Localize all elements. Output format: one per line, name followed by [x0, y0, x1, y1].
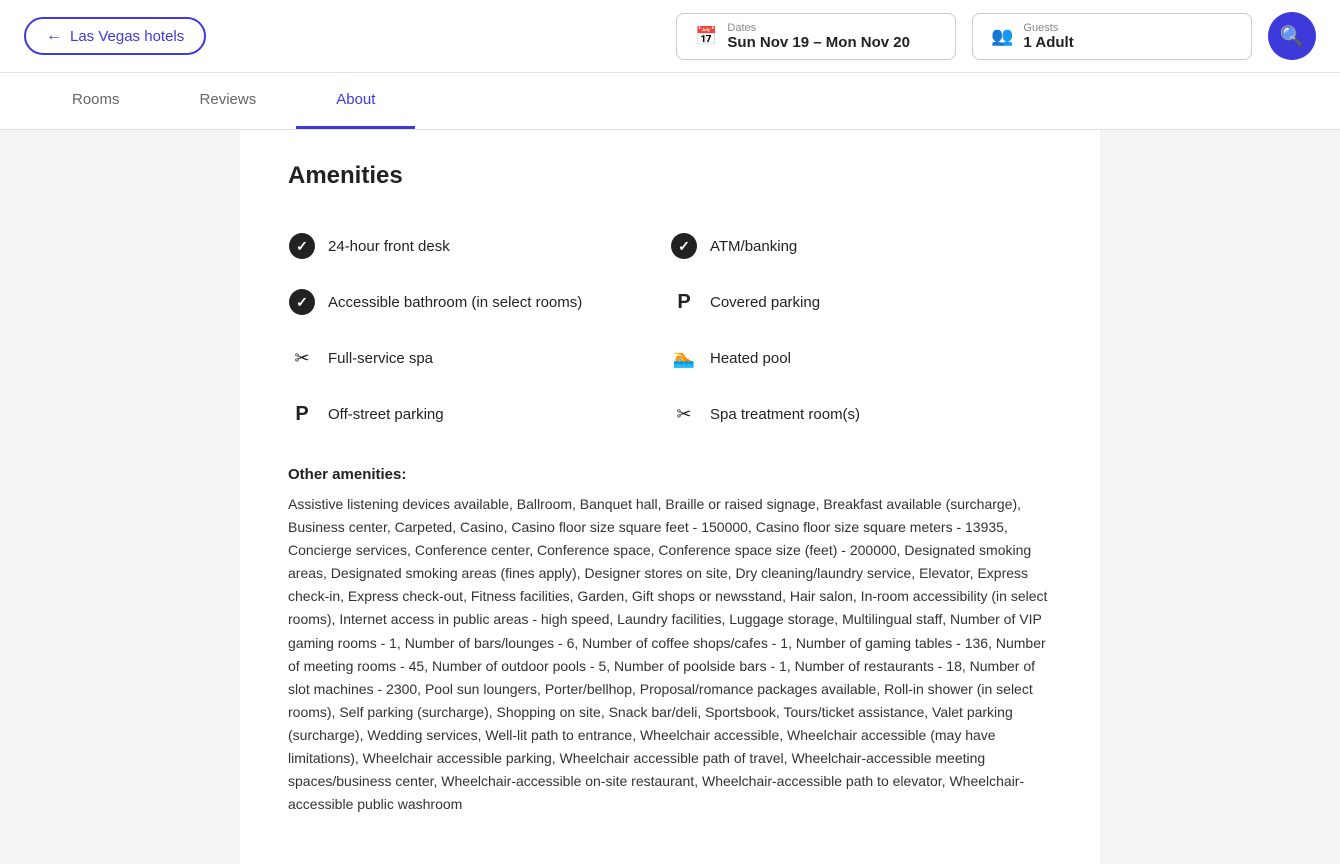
amenities-grid: ✓ 24-hour front desk ✓ ATM/banking ✓ Acc… [288, 218, 1052, 442]
other-amenities-section: Other amenities: Assistive listening dev… [288, 466, 1052, 816]
parking-icon: P [677, 291, 690, 314]
amenity-label: Covered parking [710, 294, 820, 311]
search-button[interactable]: 🔍 [1268, 12, 1316, 60]
tabs-bar: Rooms Reviews About [0, 73, 1340, 130]
check-icon: ✓ [671, 233, 697, 259]
main-content: Amenities ✓ 24-hour front desk ✓ ATM/ban… [240, 130, 1100, 864]
amenity-label: Off-street parking [328, 406, 444, 423]
guests-icon: 👥 [991, 26, 1013, 47]
back-label: Las Vegas hotels [70, 28, 184, 45]
amenity-heated-pool: 🏊 Heated pool [670, 330, 1052, 386]
amenities-title: Amenities [288, 162, 1052, 190]
tab-rooms[interactable]: Rooms [32, 73, 160, 129]
back-arrow-icon: ← [46, 27, 62, 45]
amenity-accessible-bathroom: ✓ Accessible bathroom (in select rooms) [288, 274, 670, 330]
amenity-label: 24-hour front desk [328, 238, 450, 255]
other-amenities-title: Other amenities: [288, 466, 1052, 483]
amenity-spa-treatment: ✂ Spa treatment room(s) [670, 386, 1052, 442]
amenity-off-street-parking: P Off-street parking [288, 386, 670, 442]
tab-about[interactable]: About [296, 73, 415, 129]
amenity-label: ATM/banking [710, 238, 797, 255]
amenity-label: Accessible bathroom (in select rooms) [328, 294, 582, 311]
guests-value: 1 Adult [1023, 34, 1073, 51]
amenity-atm: ✓ ATM/banking [670, 218, 1052, 274]
tab-reviews[interactable]: Reviews [160, 73, 297, 129]
search-icon: 🔍 [1280, 24, 1305, 49]
parking-icon: P [295, 403, 308, 426]
amenity-label: Full-service spa [328, 350, 433, 367]
other-amenities-text: Assistive listening devices available, B… [288, 493, 1052, 816]
spa-treatment-icon: ✂ [676, 404, 691, 425]
amenity-covered-parking: P Covered parking [670, 274, 1052, 330]
back-button[interactable]: ← Las Vegas hotels [24, 17, 206, 55]
header: ← Las Vegas hotels 📅 Dates Sun Nov 19 – … [0, 0, 1340, 73]
spa-icon: ✂ [294, 348, 309, 369]
dates-label: Dates [727, 22, 910, 34]
date-info: Dates Sun Nov 19 – Mon Nov 20 [727, 22, 910, 51]
check-icon: ✓ [289, 233, 315, 259]
check-icon: ✓ [289, 289, 315, 315]
amenity-24h-desk: ✓ 24-hour front desk [288, 218, 670, 274]
calendar-icon: 📅 [695, 26, 717, 47]
amenity-label: Heated pool [710, 350, 791, 367]
amenity-spa: ✂ Full-service spa [288, 330, 670, 386]
date-selector[interactable]: 📅 Dates Sun Nov 19 – Mon Nov 20 [676, 13, 956, 60]
guests-label: Guests [1023, 22, 1073, 34]
amenity-label: Spa treatment room(s) [710, 406, 860, 423]
dates-value: Sun Nov 19 – Mon Nov 20 [727, 34, 910, 51]
pool-icon: 🏊 [673, 348, 695, 369]
guests-info: Guests 1 Adult [1023, 22, 1073, 51]
guests-selector[interactable]: 👥 Guests 1 Adult [972, 13, 1252, 60]
